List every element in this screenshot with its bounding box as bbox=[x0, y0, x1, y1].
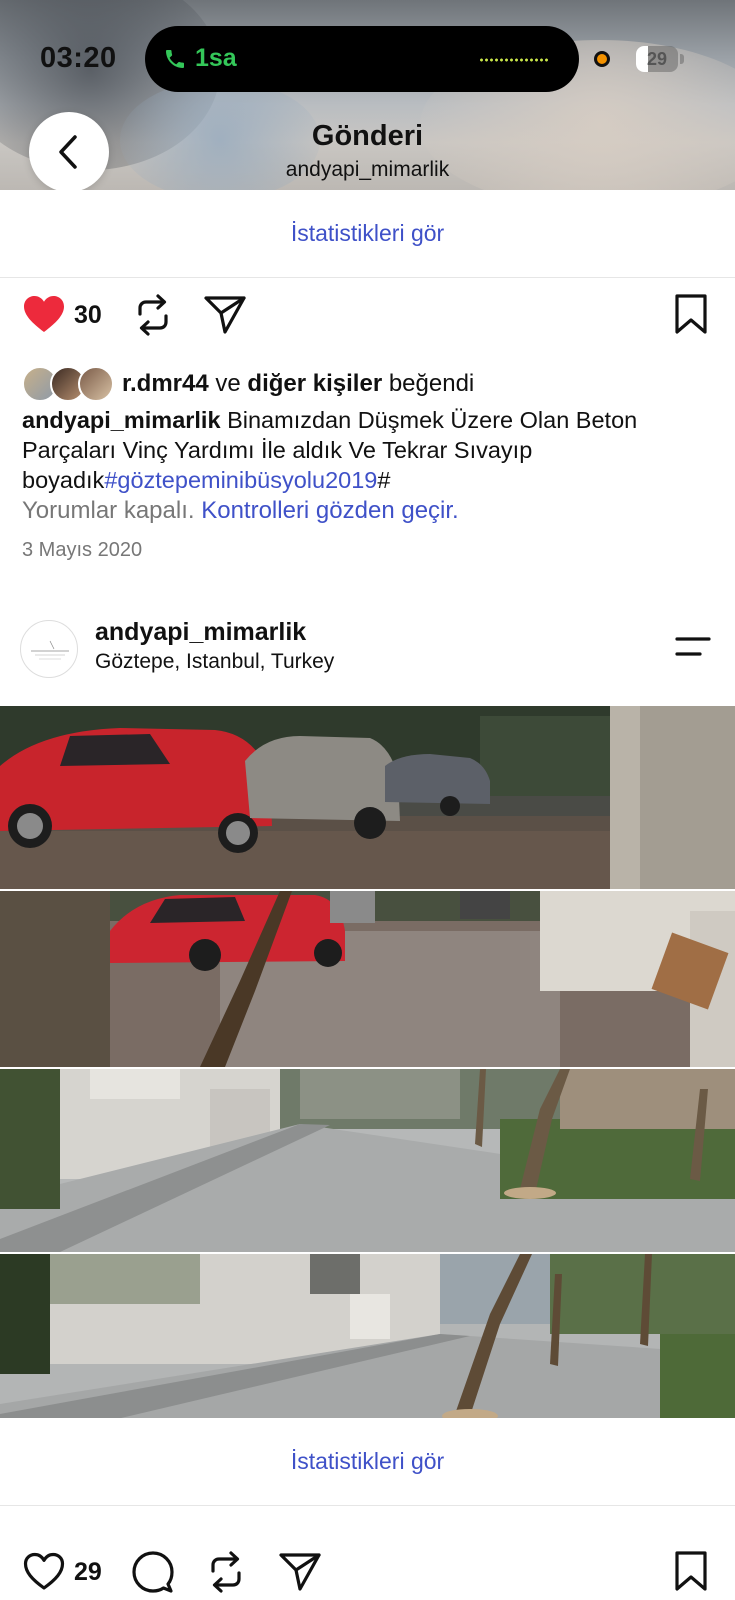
heart-filled-icon[interactable] bbox=[22, 294, 66, 334]
liker-avatars bbox=[22, 365, 116, 403]
review-controls-link[interactable]: Kontrolleri gözden geçir. bbox=[201, 497, 458, 524]
liker-username[interactable]: r.dmr44 bbox=[122, 370, 209, 398]
audio-wave-icon bbox=[479, 58, 549, 62]
comments-off-text: Yorumlar kapalı. bbox=[22, 497, 195, 524]
mic-indicator-icon bbox=[594, 51, 610, 67]
heart-outline-icon[interactable] bbox=[22, 1551, 66, 1591]
comment-icon[interactable] bbox=[132, 1551, 174, 1593]
avatar bbox=[78, 366, 114, 402]
bookmark-icon[interactable] bbox=[674, 294, 708, 334]
liked-by-row[interactable]: r.dmr44 ve diğer kişiler beğendi bbox=[22, 364, 474, 404]
battery-level: 29 bbox=[646, 49, 668, 69]
share-send-icon[interactable] bbox=[278, 1551, 322, 1593]
post1-stats-bar: İstatistikleri gör bbox=[0, 190, 735, 278]
phone-icon bbox=[166, 50, 184, 68]
post-photo-3[interactable] bbox=[0, 1069, 735, 1252]
post2-stats-bar: İstatistikleri gör bbox=[0, 1418, 735, 1506]
avatar[interactable] bbox=[20, 620, 78, 678]
battery-icon: 29 bbox=[636, 46, 678, 72]
hashtag-link[interactable]: #göztepeminibüsyolu2019 bbox=[104, 467, 377, 493]
page-subtitle: andyapi_mimarlik bbox=[285, 158, 450, 181]
post1-actions: 30 bbox=[0, 288, 735, 348]
post-photo-1[interactable] bbox=[0, 706, 735, 889]
share-send-icon[interactable] bbox=[203, 294, 247, 336]
post-date: 3 Mayıs 2020 bbox=[22, 539, 143, 561]
battery-tip bbox=[680, 54, 684, 64]
menu-icon[interactable] bbox=[674, 634, 712, 660]
caption-username[interactable]: andyapi_mimarlik bbox=[22, 407, 221, 433]
post-photo-4[interactable] bbox=[0, 1254, 735, 1437]
post2-header: andyapi_mimarlik Göztepe, Istanbul, Turk… bbox=[0, 612, 735, 688]
post-caption: andyapi_mimarlik Binamızdan Düşmek Üzere… bbox=[22, 405, 712, 495]
liked-by-others[interactable]: diğer kişiler bbox=[247, 370, 382, 398]
page-title: Gönderi bbox=[311, 120, 424, 152]
dynamic-island-call[interactable]: 1sa bbox=[145, 26, 579, 92]
liked-by-connector: ve bbox=[215, 370, 241, 397]
call-duration: 1sa bbox=[195, 44, 237, 72]
repost-icon[interactable] bbox=[207, 1551, 245, 1593]
post-location[interactable]: Göztepe, Istanbul, Turkey bbox=[95, 650, 334, 674]
company-logo-icon bbox=[31, 640, 69, 660]
bookmark-icon[interactable] bbox=[674, 1551, 708, 1591]
view-insights-link[interactable]: İstatistikleri gör bbox=[291, 220, 444, 247]
status-time: 03:20 bbox=[40, 42, 117, 74]
like-count[interactable]: 30 bbox=[74, 301, 102, 330]
post-photo-2[interactable] bbox=[0, 891, 735, 1067]
post2-actions: 29 bbox=[0, 1545, 735, 1600]
comments-off-notice: Yorumlar kapalı. Kontrolleri gözden geçi… bbox=[22, 497, 459, 525]
caption-trailing: # bbox=[377, 467, 391, 493]
view-insights-link-2[interactable]: İstatistikleri gör bbox=[291, 1448, 444, 1475]
like-count-2[interactable]: 29 bbox=[74, 1558, 102, 1587]
post-author-username[interactable]: andyapi_mimarlik bbox=[95, 618, 306, 647]
liked-by-suffix: beğendi bbox=[388, 370, 475, 397]
repost-icon[interactable] bbox=[134, 294, 172, 336]
